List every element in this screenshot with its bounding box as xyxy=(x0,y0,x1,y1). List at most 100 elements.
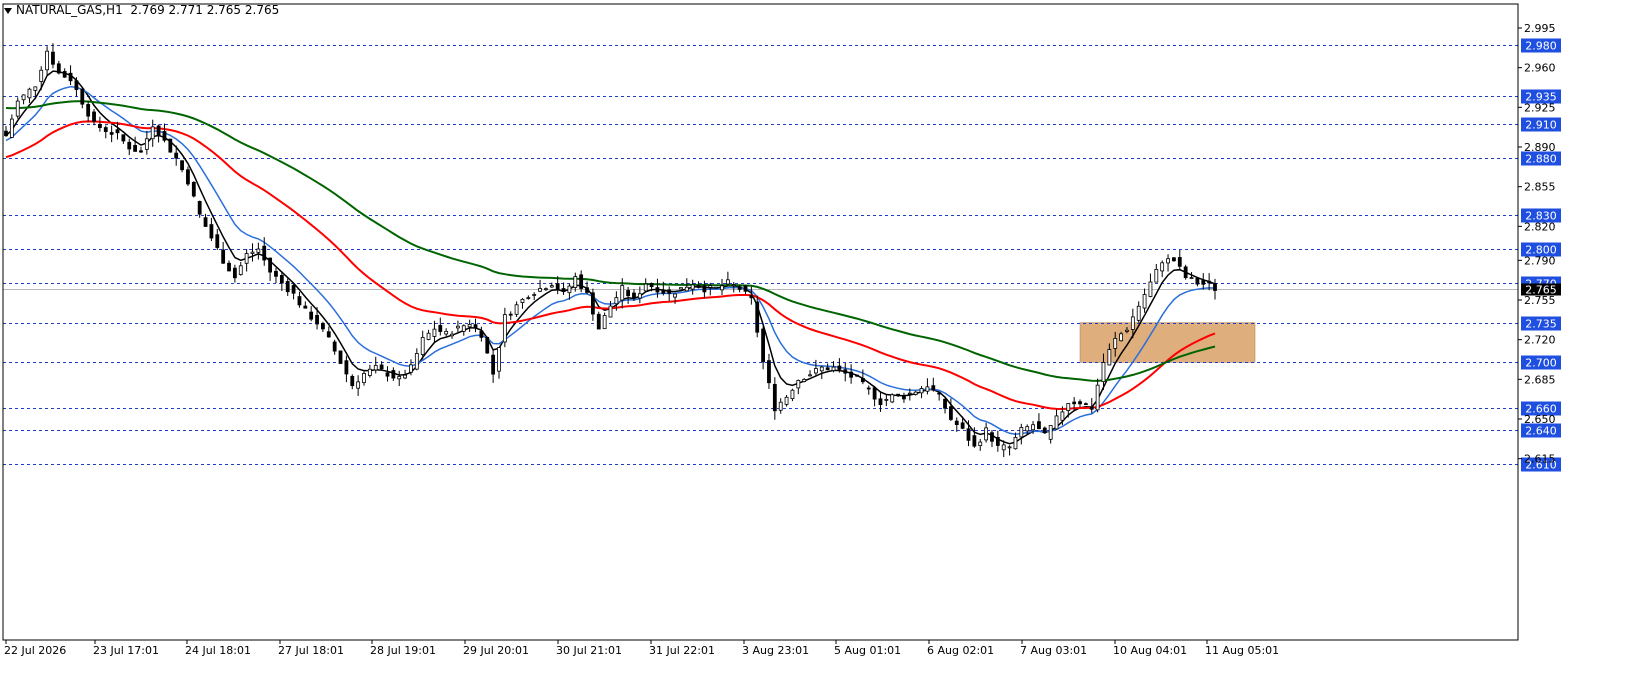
candle-body[interactable] xyxy=(684,286,689,292)
candle-body[interactable] xyxy=(825,367,830,371)
candle-body[interactable] xyxy=(1125,329,1129,332)
candle-body[interactable] xyxy=(626,290,631,297)
candle-body[interactable] xyxy=(902,395,906,400)
candle-body[interactable] xyxy=(321,322,325,330)
candle-body[interactable] xyxy=(414,353,419,370)
candle-body[interactable] xyxy=(397,376,402,380)
candle-body[interactable] xyxy=(426,332,431,340)
candle-body[interactable] xyxy=(1078,401,1082,405)
candle-body[interactable] xyxy=(743,285,748,292)
candle-body[interactable] xyxy=(21,94,26,101)
candle-body[interactable] xyxy=(180,160,184,171)
candle-body[interactable] xyxy=(532,294,537,296)
candle-body[interactable] xyxy=(326,331,331,338)
candle-body[interactable] xyxy=(555,283,560,291)
candle-body[interactable] xyxy=(191,181,196,197)
candle-body[interactable] xyxy=(1160,262,1165,272)
candle-body[interactable] xyxy=(244,253,249,264)
candle-body[interactable] xyxy=(544,288,548,291)
candle-body[interactable] xyxy=(913,391,918,395)
candle-body[interactable] xyxy=(1189,277,1194,279)
candle-body[interactable] xyxy=(520,298,525,304)
candle-body[interactable] xyxy=(1172,257,1176,262)
candle-body[interactable] xyxy=(567,285,572,294)
candle-body[interactable] xyxy=(115,129,120,134)
candle-body[interactable] xyxy=(755,301,760,333)
candle-body[interactable] xyxy=(403,374,407,379)
candle-body[interactable] xyxy=(872,387,877,400)
candle-body[interactable] xyxy=(508,313,513,316)
candle-body[interactable] xyxy=(890,394,895,403)
candle-body[interactable] xyxy=(315,314,319,325)
candle-body[interactable] xyxy=(139,150,143,153)
candle-body[interactable] xyxy=(367,368,372,376)
candle-body[interactable] xyxy=(690,284,695,290)
candle-body[interactable] xyxy=(1089,406,1094,410)
candle-body[interactable] xyxy=(1136,305,1141,321)
candle-body[interactable] xyxy=(291,284,296,294)
symbol-menu-caret-icon[interactable] xyxy=(4,7,12,14)
candle-body[interactable] xyxy=(68,72,73,82)
candle-body[interactable] xyxy=(92,111,96,122)
candle-body[interactable] xyxy=(285,281,290,293)
candle-body[interactable] xyxy=(1019,427,1024,438)
candle-body[interactable] xyxy=(86,104,91,117)
candle-body[interactable] xyxy=(614,297,619,305)
candle-body[interactable] xyxy=(708,285,713,288)
candle-body[interactable] xyxy=(731,284,736,287)
candle-body[interactable] xyxy=(767,360,771,384)
candle-body[interactable] xyxy=(127,141,132,150)
candle-body[interactable] xyxy=(655,287,660,293)
candle-body[interactable] xyxy=(549,285,554,288)
candle-body[interactable] xyxy=(990,432,994,442)
candle-body[interactable] xyxy=(27,88,32,99)
candle-body[interactable] xyxy=(39,69,44,82)
candle-body[interactable] xyxy=(761,328,765,363)
candle-body[interactable] xyxy=(954,420,959,425)
candle-body[interactable] xyxy=(714,286,719,289)
candle-body[interactable] xyxy=(33,86,38,91)
candle-body[interactable] xyxy=(350,375,355,387)
candle-body[interactable] xyxy=(573,276,578,288)
candle-body[interactable] xyxy=(227,262,231,272)
candle-body[interactable] xyxy=(303,305,308,309)
candle-body[interactable] xyxy=(1207,280,1212,284)
candle-body[interactable] xyxy=(409,364,413,373)
candle-body[interactable] xyxy=(673,293,677,298)
candle-body[interactable] xyxy=(9,118,14,138)
candle-body[interactable] xyxy=(203,217,208,227)
candle-body[interactable] xyxy=(103,127,108,133)
candle-body[interactable] xyxy=(1066,403,1071,411)
candle-body[interactable] xyxy=(667,289,672,294)
candle-body[interactable] xyxy=(150,126,155,140)
candle-body[interactable] xyxy=(1072,401,1077,405)
candle-body[interactable] xyxy=(1213,283,1217,291)
candle-body[interactable] xyxy=(1201,280,1206,285)
candle-body[interactable] xyxy=(596,313,601,330)
candle-body[interactable] xyxy=(491,354,496,375)
candle-body[interactable] xyxy=(702,285,707,293)
candle-body[interactable] xyxy=(720,285,724,291)
candle-body[interactable] xyxy=(133,144,138,152)
candle-body[interactable] xyxy=(590,292,595,315)
candle-body[interactable] xyxy=(725,279,730,285)
candle-body[interactable] xyxy=(1107,349,1112,366)
candle-body[interactable] xyxy=(1013,437,1018,450)
candle-body[interactable] xyxy=(385,372,390,377)
candle-body[interactable] xyxy=(585,287,589,293)
candle-body[interactable] xyxy=(1195,278,1200,285)
candle-body[interactable] xyxy=(937,392,942,395)
candle-body[interactable] xyxy=(215,234,220,248)
candle-body[interactable] xyxy=(831,366,836,371)
candle-body[interactable] xyxy=(4,130,8,137)
candle-body[interactable] xyxy=(420,337,425,355)
candle-body[interactable] xyxy=(579,274,584,289)
candle-body[interactable] xyxy=(808,374,812,377)
candle-body[interactable] xyxy=(373,364,378,371)
candle-body[interactable] xyxy=(849,371,854,378)
candle-body[interactable] xyxy=(514,304,519,315)
candle-body[interactable] xyxy=(391,370,396,379)
candle-body[interactable] xyxy=(978,441,983,447)
candle-body[interactable] xyxy=(309,311,314,320)
candle-body[interactable] xyxy=(256,248,261,253)
